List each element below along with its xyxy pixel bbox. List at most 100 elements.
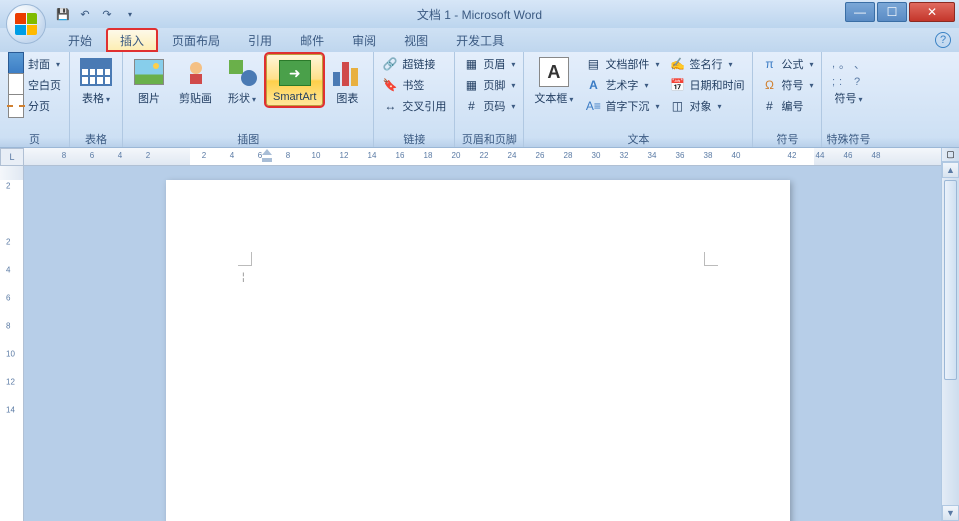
textbox-icon: A — [538, 56, 570, 88]
scroll-up-button[interactable]: ▲ — [942, 162, 959, 178]
shapes-label: 形状 — [228, 90, 256, 106]
table-icon — [80, 56, 112, 88]
help-icon[interactable]: ? — [935, 32, 951, 48]
picture-button[interactable]: 图片 — [127, 54, 171, 108]
equation-icon: π — [761, 56, 777, 72]
qat-customize-icon[interactable] — [120, 5, 138, 23]
wordart-button[interactable]: A艺术字 — [581, 75, 663, 95]
footer-icon: ▦ — [463, 77, 479, 93]
ribbon-tabs: 开始 插入 页面布局 引用 邮件 审阅 视图 开发工具 ? — [0, 28, 959, 52]
page-break-button[interactable]: 分页 — [4, 96, 65, 116]
textbox-button[interactable]: A 文本框 — [528, 54, 579, 108]
group-symbols-label: 符号 — [757, 131, 817, 147]
symbol-icon: Ω — [761, 77, 777, 93]
header-button[interactable]: ▦页眉 — [459, 54, 519, 74]
tab-review[interactable]: 审阅 — [338, 28, 390, 52]
group-special-label: 特殊符号 — [826, 131, 870, 147]
group-illustrations: 图片 剪贴画 形状 SmartArt 图表 插图 — [123, 52, 374, 147]
redo-icon[interactable]: ↷ — [98, 5, 116, 23]
pagenum-icon: # — [463, 98, 479, 114]
scroll-thumb[interactable] — [944, 180, 957, 380]
quick-access-toolbar: 💾 ↶ ↷ — [54, 5, 138, 23]
dropcap-button[interactable]: A≡首字下沉 — [581, 96, 663, 116]
chart-button[interactable]: 图表 — [325, 54, 369, 108]
datetime-button[interactable]: 📅日期和时间 — [665, 75, 748, 95]
group-header-footer: ▦页眉 ▦页脚 #页码 页眉和页脚 — [455, 52, 524, 147]
dropcap-icon: A≡ — [585, 98, 601, 114]
special-symbol-label: 符号 — [834, 90, 862, 106]
undo-icon[interactable]: ↶ — [76, 5, 94, 23]
close-button[interactable]: ✕ — [909, 2, 955, 22]
page[interactable]: ¦ — [166, 180, 790, 521]
hyperlink-button[interactable]: 🔗超链接 — [378, 54, 450, 74]
cover-page-button[interactable]: 封面 — [4, 54, 65, 74]
footer-label: 页脚 — [483, 77, 505, 93]
number-label: 编号 — [781, 98, 803, 114]
scroll-down-button[interactable]: ▼ — [942, 505, 959, 521]
document-canvas[interactable]: ¦ — [24, 166, 941, 521]
ruler-corner[interactable]: L — [0, 148, 24, 166]
equation-button[interactable]: π公式 — [757, 54, 817, 74]
crossref-button[interactable]: ↔交叉引用 — [378, 96, 450, 116]
header-icon: ▦ — [463, 56, 479, 72]
ruler-toggle-icon[interactable]: ▢ — [942, 148, 959, 162]
special-symbol-icon: ,。、;:? — [832, 56, 864, 88]
tab-insert[interactable]: 插入 — [106, 28, 158, 52]
clipart-button[interactable]: 剪贴画 — [173, 54, 218, 108]
quickparts-icon: ▤ — [585, 56, 601, 72]
margin-mark-top-left — [238, 252, 252, 266]
table-button[interactable]: 表格 — [74, 54, 118, 108]
smartart-button[interactable]: SmartArt — [266, 54, 323, 106]
blank-page-button[interactable]: 空白页 — [4, 75, 65, 95]
tab-developer[interactable]: 开发工具 — [442, 28, 518, 52]
group-illustrations-label: 插图 — [127, 131, 369, 147]
margin-mark-top-right — [704, 252, 718, 266]
number-button[interactable]: #编号 — [757, 96, 817, 116]
tab-view[interactable]: 视图 — [390, 28, 442, 52]
save-icon[interactable]: 💾 — [54, 5, 72, 23]
object-button[interactable]: ◫对象 — [665, 96, 748, 116]
tab-mailings[interactable]: 邮件 — [286, 28, 338, 52]
shapes-button[interactable]: 形状 — [220, 54, 264, 108]
tab-start[interactable]: 开始 — [54, 28, 106, 52]
pagenum-button[interactable]: #页码 — [459, 96, 519, 116]
chart-icon — [331, 56, 363, 88]
vertical-scrollbar[interactable]: ▢ ▲ ▼ — [941, 148, 959, 521]
smartart-icon — [279, 57, 311, 89]
quickparts-label: 文档部件 — [605, 56, 649, 72]
sigline-button[interactable]: ✍签名行 — [665, 54, 748, 74]
page-break-label: 分页 — [28, 98, 50, 114]
hyperlink-icon: 🔗 — [382, 56, 398, 72]
horizontal-ruler[interactable]: 8642246810121416182022242628303234363840… — [24, 148, 941, 166]
object-label: 对象 — [689, 98, 711, 114]
office-button[interactable] — [6, 4, 46, 44]
vertical-ruler[interactable]: 22468101214 — [0, 166, 24, 521]
wordart-icon: A — [585, 77, 601, 93]
picture-icon — [133, 56, 165, 88]
group-pages-label: 页 — [4, 131, 65, 147]
chart-label: 图表 — [336, 90, 358, 106]
picture-label: 图片 — [138, 90, 160, 106]
document-area: L 86422468101214161820222426283032343638… — [0, 148, 959, 521]
quickparts-button[interactable]: ▤文档部件 — [581, 54, 663, 74]
bookmark-label: 书签 — [402, 77, 424, 93]
maximize-button[interactable]: ☐ — [877, 2, 907, 22]
sigline-icon: ✍ — [669, 56, 685, 72]
titlebar: 💾 ↶ ↷ 文档 1 - Microsoft Word — ☐ ✕ — [0, 0, 959, 28]
group-special: ,。、;:? 符号 特殊符号 — [822, 52, 874, 147]
equation-label: 公式 — [781, 56, 803, 72]
tab-layout[interactable]: 页面布局 — [158, 28, 234, 52]
clipart-icon — [180, 56, 212, 88]
group-header-footer-label: 页眉和页脚 — [459, 131, 519, 147]
cover-page-label: 封面 — [28, 56, 50, 72]
pagenum-label: 页码 — [483, 98, 505, 114]
minimize-button[interactable]: — — [845, 2, 875, 22]
symbol-button[interactable]: Ω符号 — [757, 75, 817, 95]
bookmark-button[interactable]: 🔖书签 — [378, 75, 450, 95]
footer-button[interactable]: ▦页脚 — [459, 75, 519, 95]
special-symbol-button[interactable]: ,。、;:? 符号 — [826, 54, 870, 108]
scroll-track[interactable] — [942, 178, 959, 505]
group-tables: 表格 表格 — [70, 52, 123, 147]
tab-references[interactable]: 引用 — [234, 28, 286, 52]
group-links: 🔗超链接 🔖书签 ↔交叉引用 链接 — [374, 52, 455, 147]
